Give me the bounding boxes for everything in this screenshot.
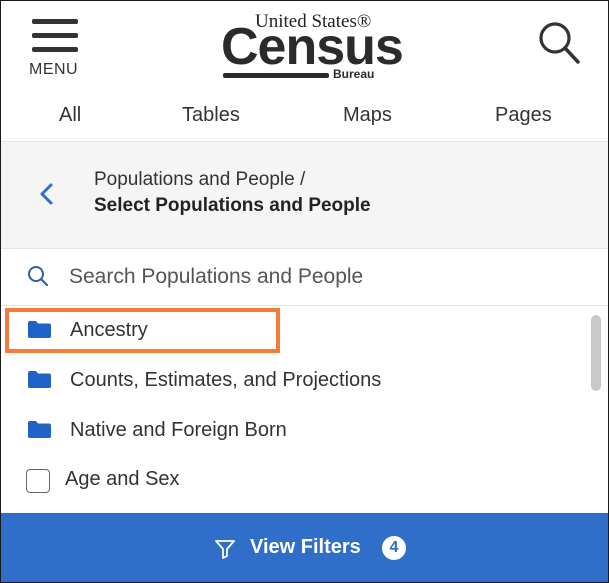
breadcrumb-parent[interactable]: Populations and People / [94,169,305,191]
back-button[interactable] [37,182,57,206]
list-item-label: Age and Sex [65,468,180,490]
search-type-tabs: All Tables Maps Pages [1,87,608,142]
scrollbar-thumb[interactable] [591,315,601,391]
filter-search [1,249,608,306]
tab-all[interactable]: All [59,104,81,127]
tab-maps[interactable]: Maps [343,104,392,127]
menu-button[interactable]: MENU [29,11,87,81]
filter-search-input[interactable] [61,259,597,295]
list-item-label: Counts, Estimates, and Projections [70,369,382,391]
list-item-label: Native and Foreign Born [70,419,287,441]
menu-bar [32,47,78,52]
list-item-native-foreign-born[interactable]: Native and Foreign Born [1,406,591,454]
search-icon [28,266,49,287]
chevron-left-icon [40,183,53,205]
view-filters-button[interactable]: View Filters 4 [1,513,608,582]
census-mobile-page: MENU United States® Census Bureau All Ta… [0,0,609,583]
site-header: MENU United States® Census Bureau [1,1,608,87]
census-logo[interactable]: United States® Census Bureau [217,9,404,85]
breadcrumb-current: Select Populations and People [94,195,371,216]
menu-label: MENU [29,61,79,78]
highlight-box [5,308,280,353]
search-button[interactable] [534,19,584,69]
menu-bar [32,19,78,24]
menu-bar [32,33,78,38]
age-and-sex-checkbox[interactable] [26,469,50,493]
tab-pages[interactable]: Pages [495,104,552,127]
logo-census: Census [221,18,404,76]
list-item-counts-estimates[interactable]: Counts, Estimates, and Projections [1,356,591,404]
view-filters-label: View Filters [250,536,361,558]
list-item-age-and-sex[interactable]: Age and Sex [1,455,591,503]
folder-icon [28,421,51,438]
filter-count-badge: 4 [382,536,406,560]
folder-icon [28,371,51,388]
tab-tables[interactable]: Tables [182,104,240,127]
logo-bureau: Bureau [333,67,375,81]
logo-underline [223,73,329,78]
search-icon [539,22,580,64]
breadcrumb: Populations and People / Select Populati… [1,142,608,249]
filter-icon [215,540,235,559]
